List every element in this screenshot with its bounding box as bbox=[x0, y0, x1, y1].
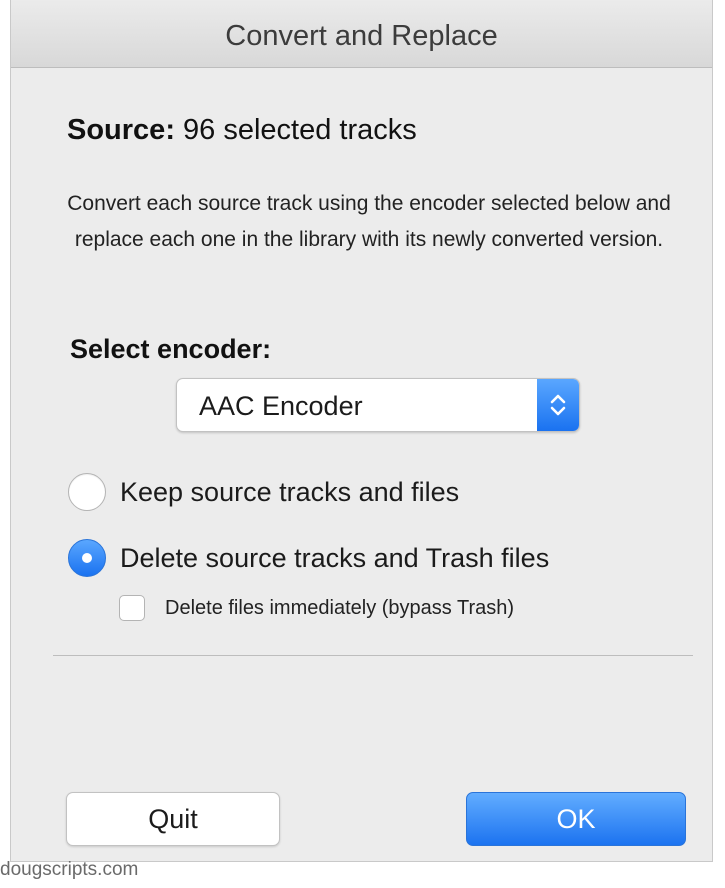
ok-button[interactable]: OK bbox=[466, 792, 686, 846]
quit-button[interactable]: Quit bbox=[66, 792, 280, 846]
source-value: 96 selected tracks bbox=[183, 114, 417, 146]
source-summary: Source: 96 selected tracks bbox=[67, 114, 417, 147]
source-label: Source: bbox=[67, 114, 175, 146]
keep-radio-button[interactable] bbox=[68, 473, 106, 511]
footer-credit: dougscripts.com bbox=[0, 859, 139, 880]
keep-option-row[interactable]: Keep source tracks and files bbox=[68, 470, 459, 514]
select-encoder-label: Select encoder: bbox=[70, 334, 272, 364]
delete-radio-button[interactable] bbox=[68, 539, 106, 577]
encoder-select-value: AAC Encoder bbox=[199, 391, 363, 421]
keep-option-label[interactable]: Keep source tracks and files bbox=[120, 477, 459, 508]
description-text: Convert each source track using the enco… bbox=[67, 192, 671, 251]
window-title: Convert and Replace bbox=[225, 20, 498, 52]
delete-option-label[interactable]: Delete source tracks and Trash files bbox=[120, 543, 549, 574]
delete-option-row[interactable]: Delete source tracks and Trash files bbox=[68, 536, 549, 580]
delete-immediately-checkbox[interactable] bbox=[119, 595, 145, 621]
divider bbox=[53, 655, 693, 656]
delete-immediately-row[interactable]: Delete files immediately (bypass Trash) bbox=[119, 592, 514, 624]
title-bar[interactable]: Convert and Replace bbox=[11, 0, 712, 68]
app-window: Convert and Replace Source: 96 selected … bbox=[0, 0, 725, 888]
convert-dialog: Convert and Replace Source: 96 selected … bbox=[10, 0, 713, 862]
delete-immediately-label[interactable]: Delete files immediately (bypass Trash) bbox=[165, 597, 514, 620]
up-down-chevron-icon bbox=[537, 379, 579, 431]
encoder-select[interactable]: AAC Encoder bbox=[176, 378, 580, 432]
